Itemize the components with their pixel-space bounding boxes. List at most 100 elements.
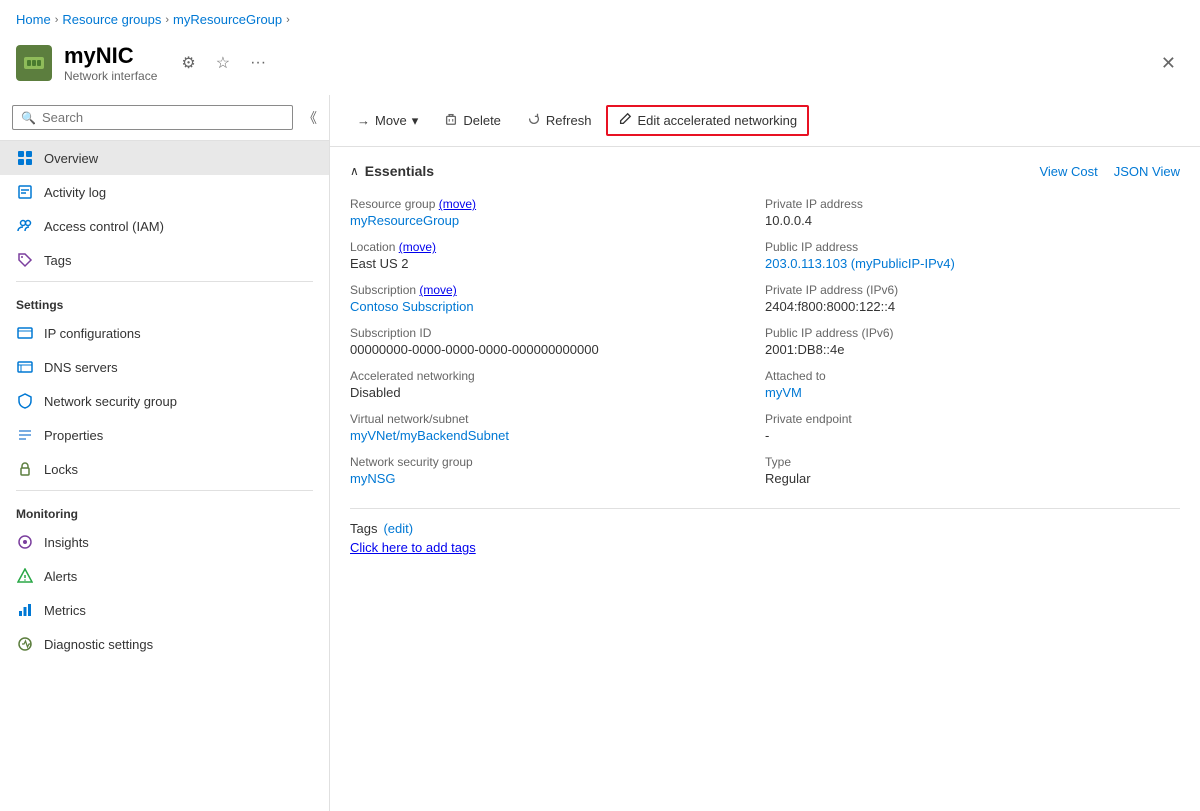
nsg-value-link[interactable]: myNSG <box>350 471 396 486</box>
settings-header: Settings <box>0 286 329 316</box>
tags-row: Tags (edit) <box>350 521 1180 536</box>
resource-group-move-link[interactable]: (move) <box>439 197 476 211</box>
sidebar: 🔍 《 Overview Activity log <box>0 95 330 811</box>
favorite-button[interactable]: ☆ <box>212 51 234 75</box>
toolbar: → Move ▾ Delete Refresh <box>330 95 1200 147</box>
essentials-collapse-button[interactable]: ∧ <box>350 164 359 178</box>
essentials-private-ipv6: Private IP address (IPv6) 2404:f800:8000… <box>765 277 1180 320</box>
essentials-type: Type Regular <box>765 449 1180 492</box>
view-cost-link[interactable]: View Cost <box>1039 164 1097 179</box>
sidebar-item-nsg[interactable]: Network security group <box>0 384 329 418</box>
alerts-label: Alerts <box>44 569 77 584</box>
sidebar-item-insights[interactable]: Insights <box>0 525 329 559</box>
search-input[interactable] <box>42 110 284 125</box>
sidebar-item-properties[interactable]: Properties <box>0 418 329 452</box>
sidebar-collapse-button[interactable]: 《 <box>303 108 317 128</box>
tags-label: Tags <box>44 253 71 268</box>
essentials-public-ipv6: Public IP address (IPv6) 2001:DB8::4e <box>765 320 1180 363</box>
essentials-resource-group: Resource group (move) myResourceGroup <box>350 191 765 234</box>
sidebar-item-dns-servers[interactable]: DNS servers <box>0 350 329 384</box>
props-label: Properties <box>44 428 103 443</box>
iam-label: Access control (IAM) <box>44 219 164 234</box>
dns-icon <box>16 358 34 376</box>
sidebar-item-activity-log[interactable]: Activity log <box>0 175 329 209</box>
locks-icon <box>16 460 34 478</box>
ip-icon <box>16 324 34 342</box>
breadcrumb-myresourcegroup[interactable]: myResourceGroup <box>173 12 282 27</box>
tags-section: Tags (edit) Click here to add tags <box>350 508 1180 555</box>
more-button[interactable]: ··· <box>246 52 270 74</box>
essentials-title: ∧ Essentials <box>350 163 434 179</box>
resource-icon <box>16 45 52 81</box>
essentials-left-col: Resource group (move) myResourceGroup Lo… <box>350 191 765 492</box>
resource-group-value-link[interactable]: myResourceGroup <box>350 213 459 228</box>
header-actions: ⚙ ☆ ··· <box>177 51 270 75</box>
search-icon: 🔍 <box>21 111 36 125</box>
resource-header: myNIC Network interface ⚙ ☆ ··· ✕ <box>0 39 1200 95</box>
ip-label: IP configurations <box>44 326 141 341</box>
sidebar-item-metrics[interactable]: Metrics <box>0 593 329 627</box>
sidebar-item-locks[interactable]: Locks <box>0 452 329 486</box>
breadcrumb-sep-1: › <box>55 14 59 26</box>
refresh-icon <box>527 112 541 129</box>
attached-vm-link[interactable]: myVM <box>765 385 802 400</box>
essentials-private-ip: Private IP address 10.0.0.4 <box>765 191 1180 234</box>
overview-label: Overview <box>44 151 98 166</box>
sidebar-item-iam[interactable]: Access control (IAM) <box>0 209 329 243</box>
close-button[interactable]: ✕ <box>1153 49 1184 78</box>
essentials-nsg: Network security group myNSG <box>350 449 765 492</box>
breadcrumb-sep-2: › <box>165 14 169 26</box>
metrics-label: Metrics <box>44 603 86 618</box>
essentials-location: Location (move) East US 2 <box>350 234 765 277</box>
activity-log-icon <box>16 183 34 201</box>
insights-label: Insights <box>44 535 89 550</box>
resource-title: myNIC Network interface <box>64 43 157 83</box>
edit-icon <box>618 112 632 129</box>
sidebar-item-ip-configurations[interactable]: IP configurations <box>0 316 329 350</box>
resource-name: myNIC <box>64 43 157 69</box>
nsg-icon <box>16 392 34 410</box>
move-button[interactable]: → Move ▾ <box>346 107 429 135</box>
move-dropdown-icon: ▾ <box>412 113 419 129</box>
edit-accelerated-networking-button[interactable]: Edit accelerated networking <box>606 105 809 136</box>
sidebar-item-diagnostic[interactable]: Diagnostic settings <box>0 627 329 661</box>
content-area: ∧ Essentials View Cost JSON View Resourc… <box>330 147 1200 811</box>
essentials-header: ∧ Essentials View Cost JSON View <box>350 163 1180 179</box>
subscription-value-link[interactable]: Contoso Subscription <box>350 299 474 314</box>
essentials-grid: Resource group (move) myResourceGroup Lo… <box>350 191 1180 492</box>
refresh-button[interactable]: Refresh <box>516 106 603 135</box>
move-icon: → <box>357 113 370 128</box>
delete-icon <box>444 112 458 129</box>
nic-icon <box>22 51 46 75</box>
activity-log-label: Activity log <box>44 185 106 200</box>
tags-edit-link[interactable]: (edit) <box>383 521 413 536</box>
breadcrumb-home[interactable]: Home <box>16 12 51 27</box>
location-move-link[interactable]: (move) <box>399 240 436 254</box>
essentials-private-endpoint: Private endpoint - <box>765 406 1180 449</box>
vnet-value-link[interactable]: myVNet/myBackendSubnet <box>350 428 509 443</box>
monitoring-header: Monitoring <box>0 495 329 525</box>
essentials-attached-to: Attached to myVM <box>765 363 1180 406</box>
add-tags-link[interactable]: Click here to add tags <box>350 540 476 555</box>
sidebar-item-tags[interactable]: Tags <box>0 243 329 277</box>
pin-button[interactable]: ⚙ <box>177 51 199 75</box>
iam-icon <box>16 217 34 235</box>
sidebar-item-alerts[interactable]: Alerts <box>0 559 329 593</box>
tags-add-wrap: Click here to add tags <box>350 540 1180 555</box>
public-ip-link[interactable]: 203.0.113.103 (myPublicIP-IPv4) <box>765 256 955 271</box>
subscription-move-link[interactable]: (move) <box>419 283 456 297</box>
tags-icon <box>16 251 34 269</box>
breadcrumb: Home › Resource groups › myResourceGroup… <box>0 0 1200 39</box>
search-wrap: 🔍 <box>12 105 293 130</box>
json-view-link[interactable]: JSON View <box>1114 164 1180 179</box>
locks-label: Locks <box>44 462 78 477</box>
alerts-icon <box>16 567 34 585</box>
essentials-vnet: Virtual network/subnet myVNet/myBackendS… <box>350 406 765 449</box>
resource-type: Network interface <box>64 69 157 83</box>
essentials-right-col: Private IP address 10.0.0.4 Public IP ad… <box>765 191 1180 492</box>
sidebar-item-overview[interactable]: Overview <box>0 141 329 175</box>
metrics-icon <box>16 601 34 619</box>
insights-icon <box>16 533 34 551</box>
delete-button[interactable]: Delete <box>433 106 512 135</box>
breadcrumb-resource-groups[interactable]: Resource groups <box>62 12 161 27</box>
